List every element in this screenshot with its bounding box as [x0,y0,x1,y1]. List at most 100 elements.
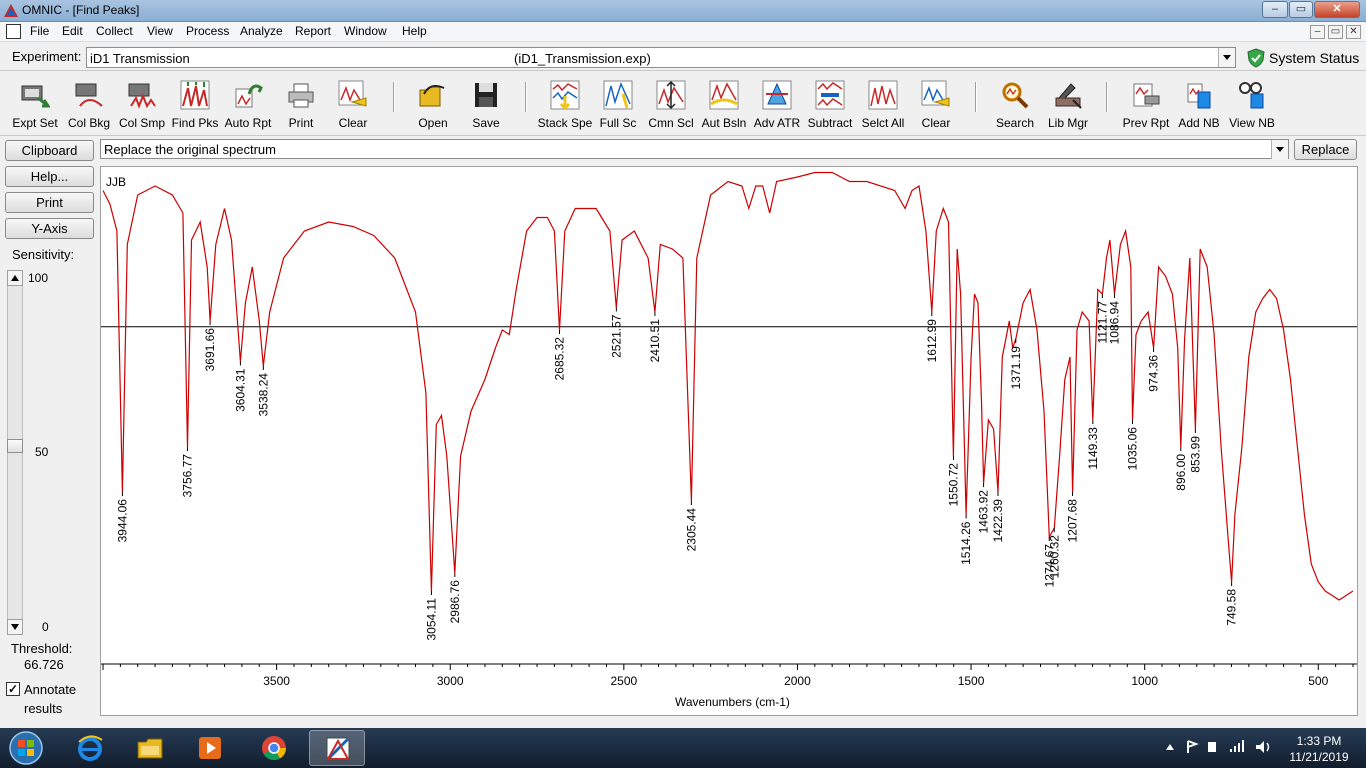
peak-label: 1550.72 [946,463,960,507]
slider-down-arrow[interactable] [7,619,23,635]
peak-label: 3538.24 [256,373,270,417]
peak-label: 1149.33 [1086,427,1100,470]
show-hidden-icons-icon[interactable] [1166,744,1174,750]
menu-process[interactable]: Process [186,24,229,38]
taskbar-chrome[interactable] [246,730,302,766]
search-button[interactable]: Search [987,76,1043,132]
toolbar-separator [975,82,977,112]
x-tick-label: 3500 [263,674,290,688]
mdi-minimize-button[interactable]: – [1310,25,1325,39]
expt-set-button[interactable]: Expt Set [7,76,63,132]
chevron-down-icon[interactable] [1271,140,1288,159]
volume-icon[interactable] [1256,741,1270,753]
peak-label: 1612.99 [925,319,939,363]
menu-analyze[interactable]: Analyze [240,24,283,38]
lib-mgr-button[interactable]: Lib Mgr [1040,76,1096,132]
operation-select[interactable]: Replace the original spectrum [100,139,1289,159]
spectrum-plot[interactable]: JJB 3944.06 3756.77 3691.66 3604.31 3538.24 30… [100,166,1358,716]
clear-display-button[interactable]: Clear [908,76,964,132]
window-title: OMNIC - [Find Peaks] [22,3,140,17]
magnifier-search-icon [1002,82,1029,109]
clear-icon [921,80,950,107]
taskbar-omnic[interactable] [309,730,365,766]
menu-collect[interactable]: Collect [96,24,133,38]
view-nb-button[interactable]: View NB [1224,76,1280,132]
find-pks-button[interactable]: Find Pks [167,76,223,132]
maximize-button[interactable]: ▭ [1289,1,1313,18]
expt-set-icon [21,85,50,108]
add-notebook-icon [1187,83,1211,109]
mdi-restore-button[interactable]: ▭ [1328,25,1343,39]
stack-spectra-icon [550,80,580,110]
menu-file[interactable]: File [30,24,49,38]
col-bkg-button[interactable]: Col Bkg [61,76,117,132]
peak-label: 1371.19 [1009,346,1023,390]
sensitivity-slider[interactable] [7,270,23,635]
clipboard-button[interactable]: Clipboard [5,140,94,161]
help-button[interactable]: Help... [5,166,94,187]
chevron-down-icon[interactable] [1218,48,1235,67]
taskbar-internet-explorer[interactable] [62,730,118,766]
peak-label: 1207.68 [1066,499,1080,543]
taskbar-clock[interactable]: 1:33 PM 11/21/2019 [1286,733,1352,765]
annotate-checkbox[interactable]: ✓ [6,682,20,696]
slider-up-arrow[interactable] [7,270,23,286]
triangle-down-icon [11,624,19,630]
threshold-label: Threshold: [11,641,73,656]
col-smp-button[interactable]: Col Smp [114,76,170,132]
menu-report[interactable]: Report [295,24,331,38]
spectrum-label: JJB [106,175,126,189]
mdi-close-button[interactable]: ✕ [1346,25,1361,39]
aut-bsln-button[interactable]: Aut Bsln [696,76,752,132]
minimize-button[interactable]: – [1262,1,1288,18]
full-sc-button[interactable]: Full Sc [590,76,646,132]
subtract-icon [815,80,845,110]
triangle-up-icon [11,275,19,281]
auto-rpt-button[interactable]: Auto Rpt [220,76,276,132]
clear-button[interactable]: Clear [325,76,381,132]
menu-window[interactable]: Window [344,24,387,38]
device-icon[interactable] [1208,742,1216,752]
taskbar: 1:33 PM 11/21/2019 [0,728,1366,768]
document-icon[interactable] [6,24,21,39]
print-side-button[interactable]: Print [5,192,94,213]
spectrum-chart[interactable]: JJB 3944.06 3756.77 3691.66 3604.31 3538.24 30… [101,167,1357,715]
menu-help[interactable]: Help [402,24,427,38]
system-tray-icons [1166,740,1270,753]
toolbar: Expt Set Col Bkg Col Smp Find Pks Auto R… [0,72,1366,136]
open-button[interactable]: Open [405,76,461,132]
x-axis-label: Wavenumbers (cm-1) [675,695,790,709]
prev-rpt-button[interactable]: Prev Rpt [1118,76,1174,132]
slider-thumb[interactable] [7,438,23,453]
stack-spe-button[interactable]: Stack Spe [537,76,593,132]
windows-start-icon[interactable] [6,730,46,766]
save-button[interactable]: Save [458,76,514,132]
sensitivity-label: Sensitivity: [12,247,75,262]
subtract-button[interactable]: Subtract [802,76,858,132]
cmn-scl-button[interactable]: Cmn Scl [643,76,699,132]
menu-edit[interactable]: Edit [62,24,83,38]
sensitivity-tick-100: 100 [28,271,49,285]
taskbar-media-player[interactable] [182,730,238,766]
add-nb-button[interactable]: Add NB [1171,76,1227,132]
view-notebook-icon [1239,82,1264,109]
system-status-button[interactable]: System Status [1244,47,1362,69]
omnic-app-icon [4,4,18,17]
selct-all-button[interactable]: Selct All [855,76,911,132]
experiment-select[interactable]: iD1 Transmission (iD1_Transmission.exp) [86,47,1236,68]
action-center-flag-icon[interactable] [1187,740,1199,753]
replace-button[interactable]: Replace [1294,139,1357,160]
close-button[interactable]: ✕ [1314,1,1360,18]
peak-label: 853.99 [1188,436,1202,473]
peak-label: 749.58 [1225,589,1239,626]
peak-label: 3054.11 [424,598,438,641]
network-signal-icon[interactable] [1230,740,1244,752]
experiment-label: Experiment: [12,49,82,64]
taskbar-file-explorer[interactable] [122,730,178,766]
menu-view[interactable]: View [147,24,173,38]
peak-label: 3944.06 [115,499,129,543]
y-axis-button[interactable]: Y-Axis [5,218,94,239]
adv-atr-button[interactable]: Adv ATR [749,76,805,132]
shield-check-icon [1247,48,1265,68]
find-peaks-icon [180,80,210,110]
